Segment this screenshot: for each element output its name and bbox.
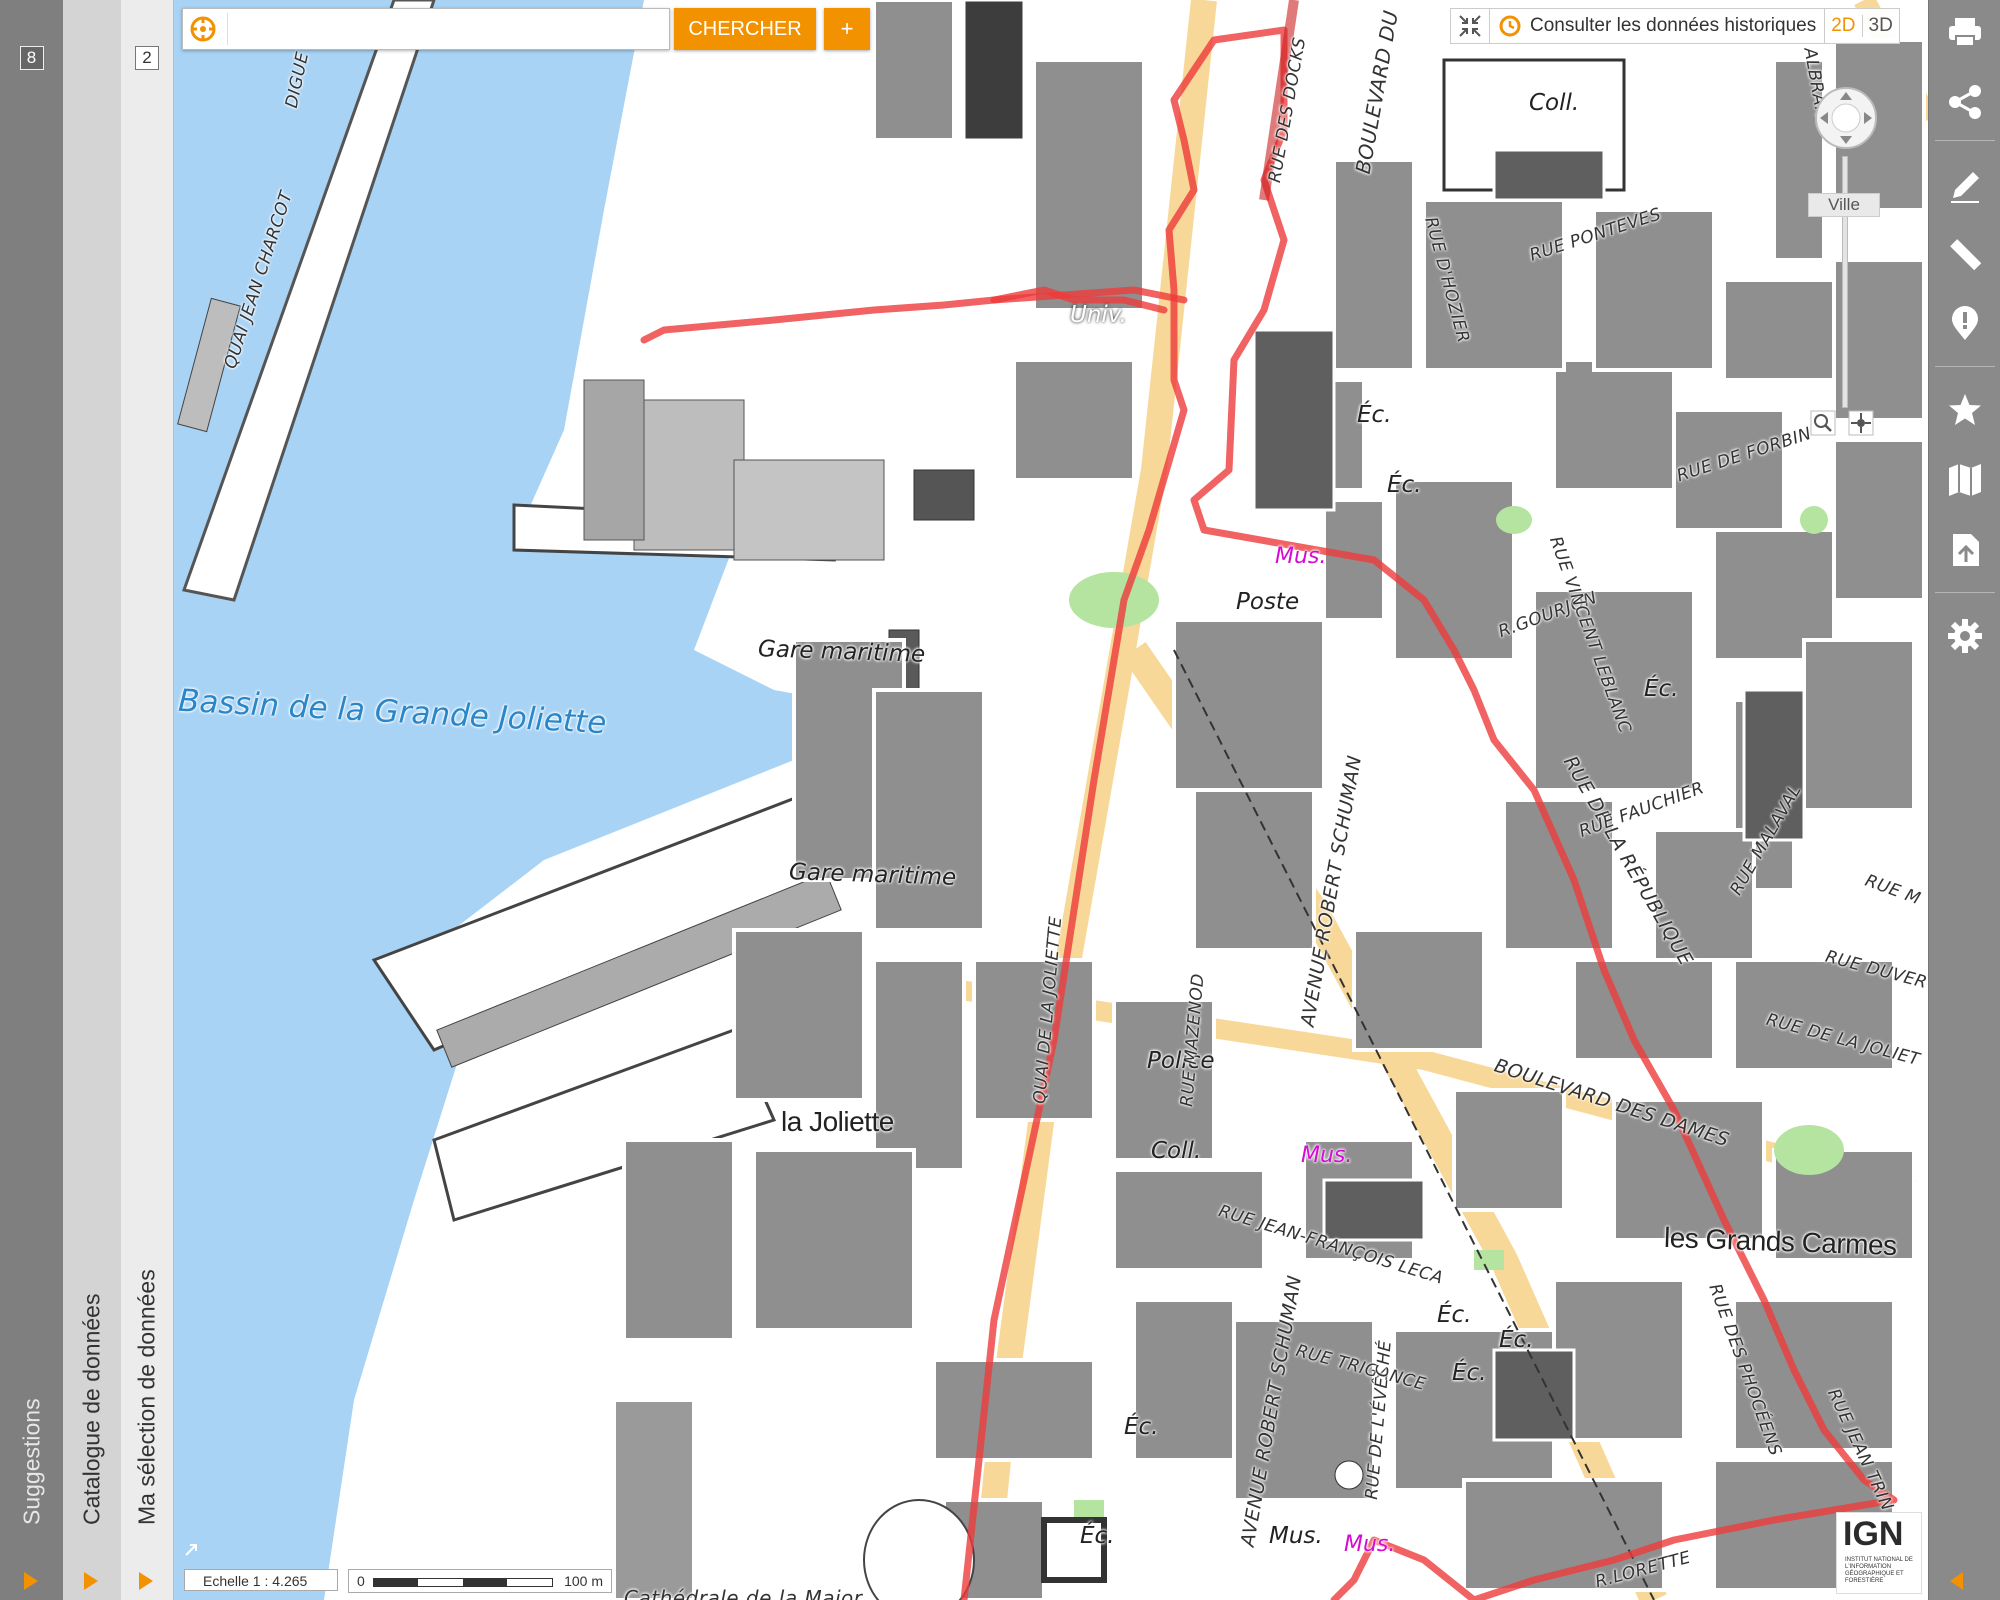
- catalogue-panel[interactable]: Catalogue de données: [63, 0, 122, 1600]
- scale-graphic: [373, 1578, 553, 1587]
- selection-panel[interactable]: 2 Ma sélection de données: [121, 0, 175, 1600]
- view-3d-toggle[interactable]: 3D: [1863, 15, 1899, 37]
- collapse-arrows-icon: [1459, 15, 1481, 37]
- poi-label: Univ.: [1070, 302, 1127, 328]
- right-toolbar: [1928, 0, 2000, 1600]
- star-icon: [1949, 394, 1981, 425]
- view-2d-toggle[interactable]: 2D: [1825, 15, 1863, 37]
- logo-subtitle: INSTITUT NATIONAL DE L'INFORMATION GÉOGR…: [1845, 1557, 1913, 1584]
- scale-end: 100 m: [564, 1573, 603, 1589]
- zoom-level-label[interactable]: Ville: [1808, 193, 1880, 217]
- poi-label: Éc.: [1452, 1360, 1487, 1386]
- catalogue-label[interactable]: Catalogue de données: [79, 1294, 106, 1525]
- ign-logo[interactable]: IGN INSTITUT NATIONAL DE L'INFORMATION G…: [1836, 1512, 1922, 1594]
- search-input[interactable]: [227, 13, 666, 45]
- annotate-button[interactable]: [1947, 168, 1983, 204]
- expand-corner-icon[interactable]: [184, 1543, 198, 1557]
- poi-label: Éc.: [1499, 1327, 1534, 1353]
- share-icon: [1949, 85, 1981, 119]
- pencil-icon: [1951, 172, 1979, 203]
- expand-arrow-icon[interactable]: [23, 1572, 38, 1590]
- map-top-toolbar: Consulter les données historiques 2D 3D: [1450, 8, 1900, 44]
- place-label: la Joliette: [781, 1106, 894, 1137]
- museum-label: Mus.: [1301, 1143, 1353, 1168]
- report-button[interactable]: [1947, 306, 1983, 342]
- more-search-button[interactable]: +: [824, 8, 870, 50]
- search-button[interactable]: CHERCHER: [674, 8, 816, 50]
- poi-label: Éc.: [1644, 676, 1679, 702]
- museum-label: Mus.: [1344, 1532, 1396, 1557]
- selection-label[interactable]: Ma sélection de données: [134, 1269, 161, 1525]
- favorites-button[interactable]: [1947, 392, 1983, 428]
- suggestions-count: 8: [19, 46, 44, 70]
- measure-button[interactable]: [1947, 236, 1983, 272]
- scale-start: 0: [357, 1573, 365, 1589]
- fullscreen-toggle-button[interactable]: [1451, 9, 1490, 43]
- map-canvas[interactable]: Bassin de la Grande Joliette la Joliette…: [174, 0, 1928, 1600]
- expand-arrow-icon[interactable]: [84, 1572, 98, 1590]
- file-upload-icon: [1953, 534, 1979, 566]
- import-button[interactable]: [1947, 532, 1983, 568]
- scale-ratio: Echelle 1 : 4.265: [184, 1569, 338, 1591]
- folded-map-icon: [1949, 464, 1981, 496]
- locate-target-icon[interactable]: [189, 15, 217, 43]
- settings-button[interactable]: [1947, 618, 1983, 654]
- search-bar: [182, 8, 670, 50]
- poi-label: Coll.: [1529, 90, 1580, 116]
- collapse-arrow-icon[interactable]: [1950, 1572, 1963, 1590]
- suggestions-panel[interactable]: 8 Suggestions: [0, 0, 64, 1600]
- share-button[interactable]: [1947, 84, 1983, 120]
- poi-label: Mus.: [1269, 1523, 1323, 1549]
- history-label: Consulter les données historiques: [1530, 15, 1817, 36]
- scale-bar: 0 100 m: [348, 1569, 612, 1593]
- print-button[interactable]: [1947, 14, 1983, 50]
- suggestions-label[interactable]: Suggestions: [18, 1398, 45, 1525]
- pan-control[interactable]: [1812, 84, 1880, 152]
- maps-button[interactable]: [1947, 462, 1983, 498]
- alert-pin-icon: [1952, 306, 1978, 340]
- expand-arrow-icon[interactable]: [139, 1572, 153, 1590]
- geolocate-icon[interactable]: [1848, 410, 1874, 436]
- poi-label: Éc.: [1387, 472, 1422, 498]
- poi-label: Coll.: [1151, 1138, 1202, 1164]
- history-button[interactable]: Consulter les données historiques: [1490, 9, 1826, 43]
- poi-label: Poste: [1236, 589, 1300, 615]
- poi-label: Éc.: [1357, 402, 1392, 428]
- ruler-icon: [1950, 239, 1982, 271]
- clock-history-icon: [1499, 15, 1521, 37]
- poi-label: Éc.: [1437, 1302, 1472, 1328]
- selection-count: 2: [135, 46, 159, 70]
- museum-label: Mus.: [1275, 544, 1327, 569]
- poi-label: Éc.: [1124, 1414, 1159, 1440]
- gear-icon: [1948, 619, 1982, 653]
- printer-icon: [1949, 18, 1981, 47]
- poi-label: Éc.: [1080, 1523, 1115, 1549]
- logo-text: IGN: [1843, 1515, 1904, 1553]
- zoom-magnifier-icon[interactable]: [1810, 410, 1836, 436]
- street-label: Cathédrale de la Major: [624, 1586, 863, 1600]
